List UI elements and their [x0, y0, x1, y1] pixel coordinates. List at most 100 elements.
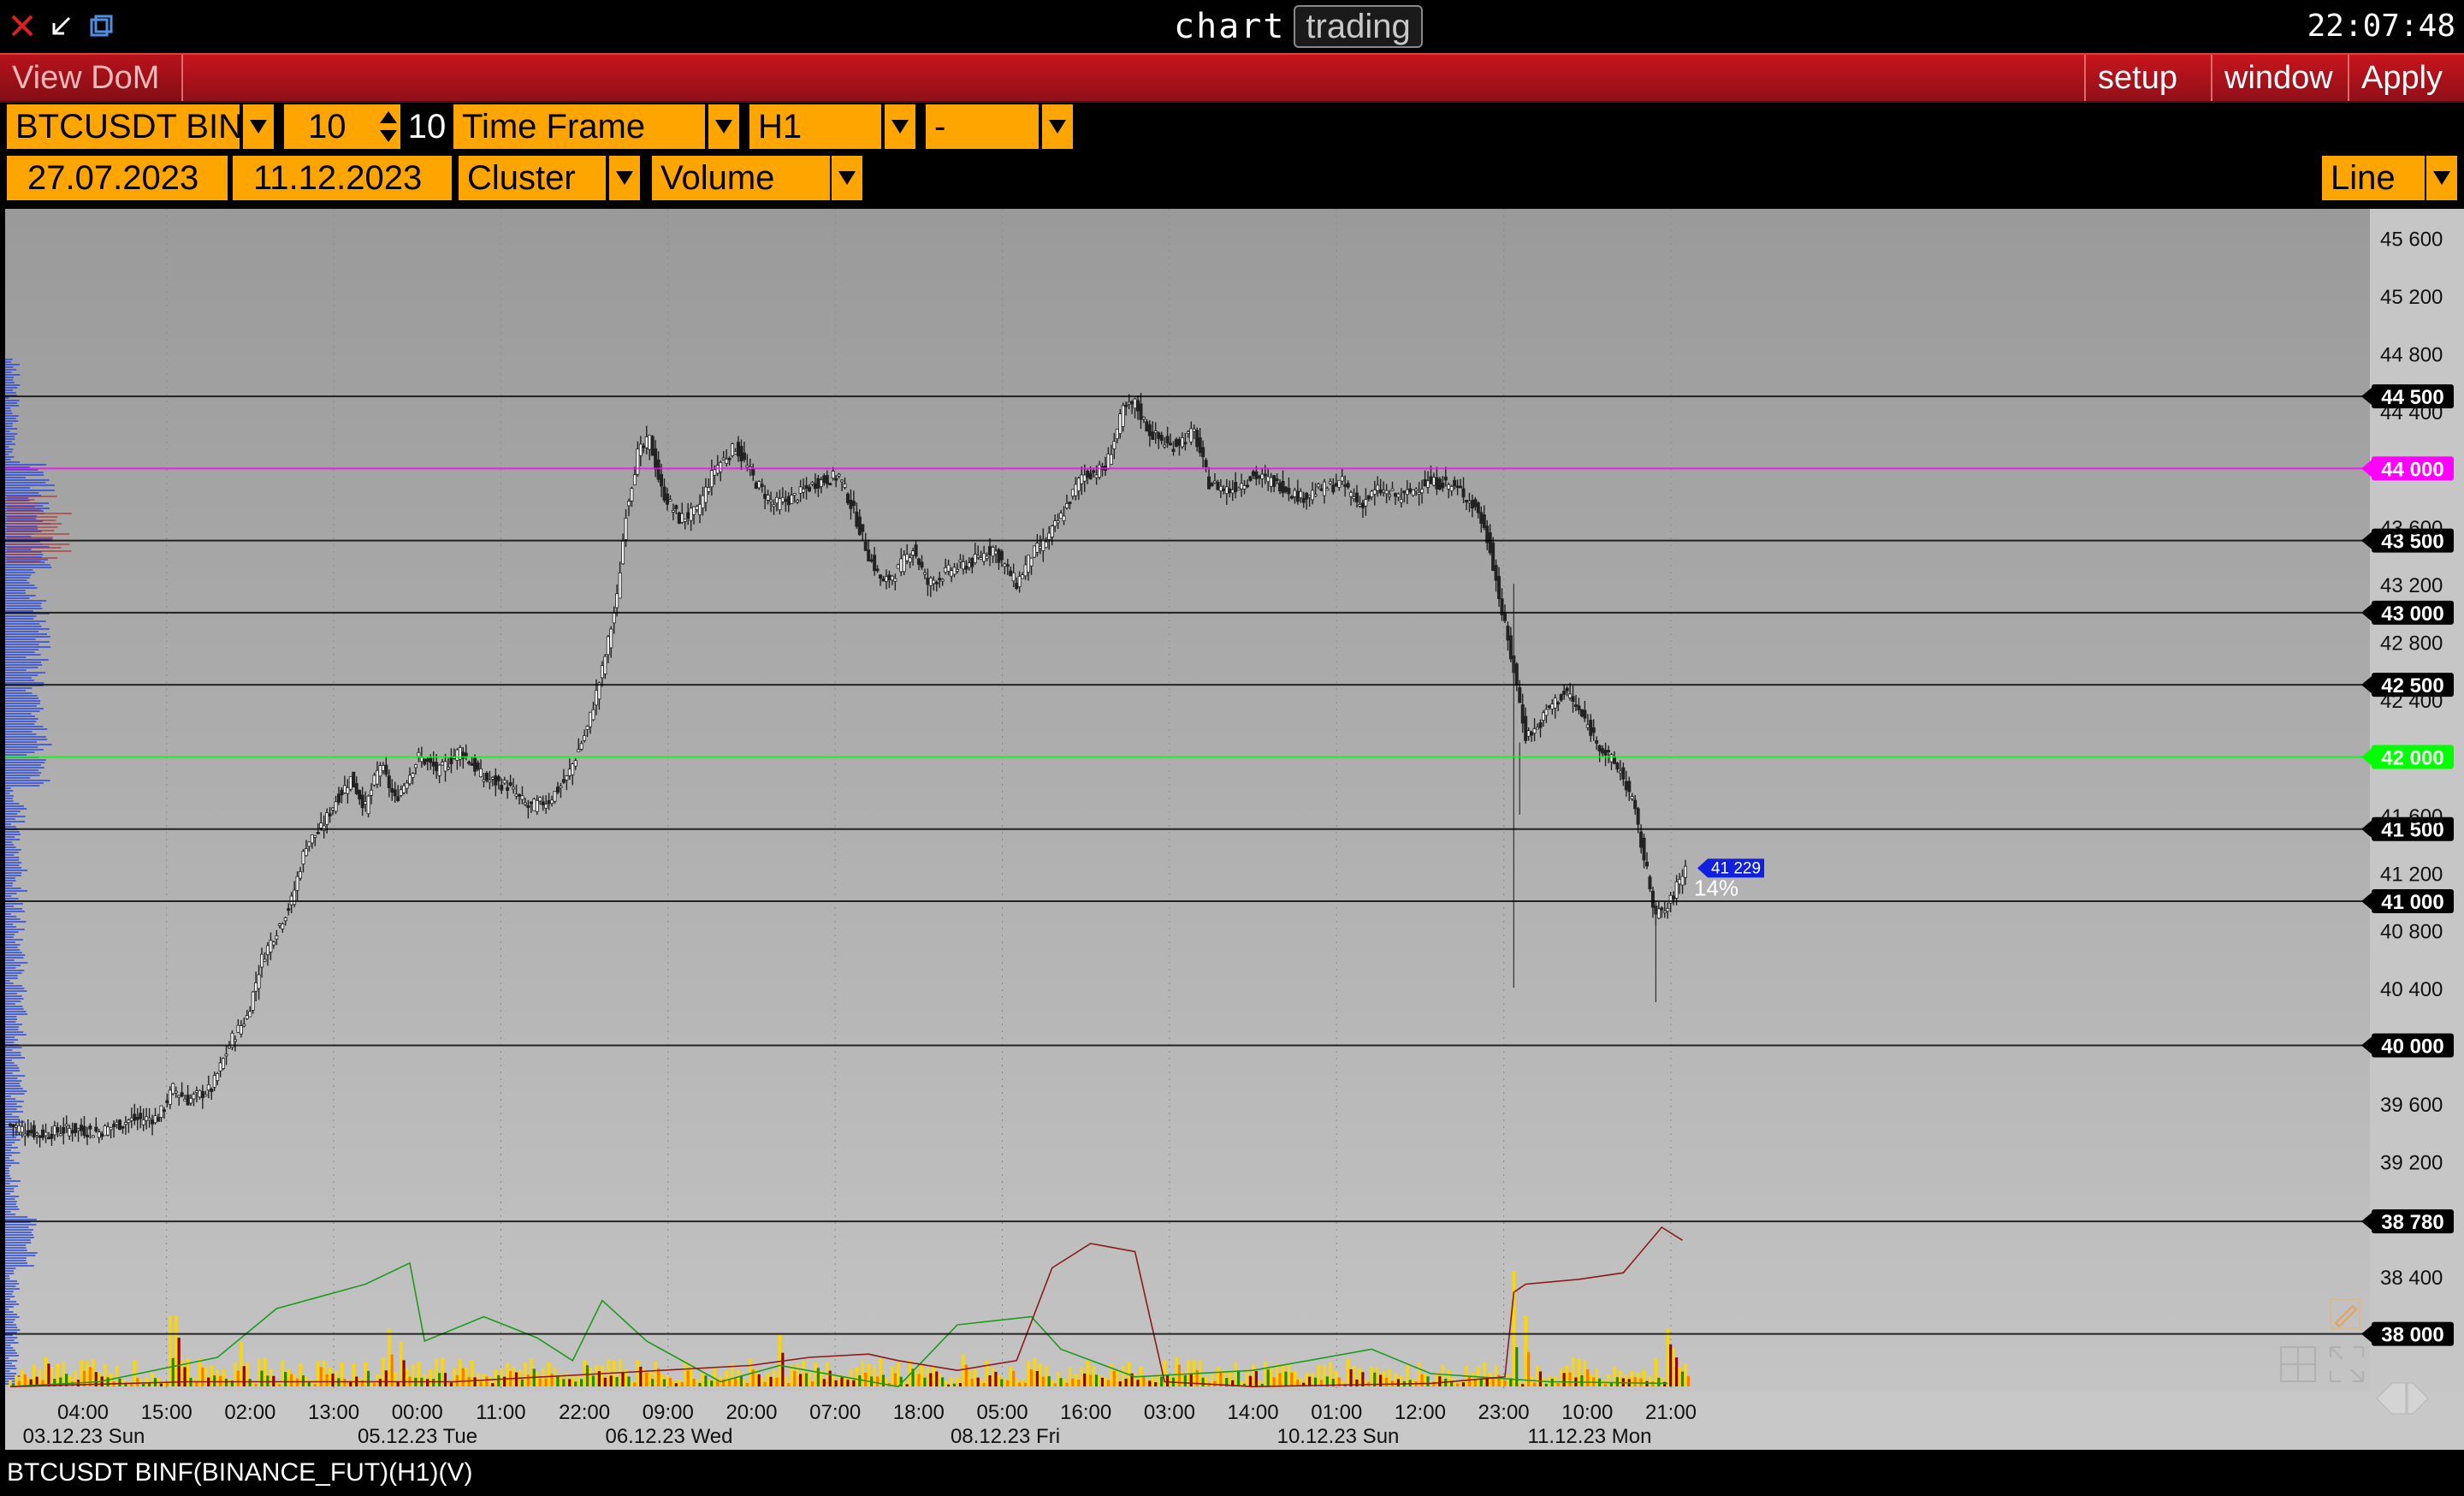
- candle-body: [1112, 441, 1116, 449]
- symbol-dropdown-arrow-icon[interactable]: [241, 103, 275, 151]
- chart-type-dropdown-arrow-icon[interactable]: [607, 154, 642, 202]
- volume-bar: [1122, 1365, 1125, 1386]
- candle-body: [547, 800, 551, 804]
- candle-body: [1272, 475, 1276, 487]
- candle-body: [168, 1089, 172, 1105]
- delta-bar: [1645, 1380, 1649, 1386]
- close-icon[interactable]: [7, 10, 38, 41]
- date-to-field[interactable]: 11.12.2023: [231, 154, 453, 202]
- candle-body: [1218, 485, 1223, 491]
- mode-toggle-trading[interactable]: trading: [1294, 5, 1423, 48]
- draw-mode-select[interactable]: Line: [2320, 154, 2426, 202]
- candle-body: [293, 889, 297, 905]
- delta-bar: [958, 1383, 962, 1386]
- candle-body: [796, 500, 800, 502]
- candle-body: [766, 495, 770, 501]
- candle-body: [127, 1119, 131, 1124]
- draw-mode-dropdown-arrow-icon[interactable]: [2425, 154, 2459, 202]
- apply-button[interactable]: Apply: [2348, 55, 2464, 101]
- candle-body: [1678, 878, 1682, 885]
- price-chart[interactable]: 44 500 44 000 43 500 43 000 42 500 42 000 41 5…: [0, 205, 2464, 1450]
- volume-bar: [1495, 1365, 1498, 1386]
- extra-select[interactable]: -: [924, 103, 1040, 151]
- candle-body: [1372, 490, 1377, 495]
- timeframe-dropdown-arrow-icon[interactable]: [707, 103, 741, 151]
- time-tick-label: 11:00: [476, 1401, 525, 1424]
- candle-body: [1283, 486, 1288, 492]
- extra-dropdown-arrow-icon[interactable]: [1040, 103, 1075, 151]
- chart-type-select[interactable]: Cluster: [457, 154, 607, 202]
- candle-body: [757, 481, 761, 489]
- candle-body: [1518, 686, 1522, 703]
- volume-bar: [1352, 1365, 1356, 1386]
- candle-body: [1408, 488, 1413, 493]
- candle-body: [624, 518, 628, 540]
- candle-body: [177, 1095, 181, 1098]
- volume-bar: [1370, 1367, 1374, 1386]
- candle-body: [183, 1098, 187, 1101]
- candle-body: [1147, 424, 1152, 436]
- candle-body: [304, 848, 308, 857]
- candle-body: [1035, 543, 1040, 553]
- candle-body: [1198, 437, 1202, 454]
- candle-body: [283, 917, 287, 922]
- candle-body: [1278, 482, 1282, 492]
- volume-bar: [737, 1369, 740, 1386]
- candle-body: [884, 576, 888, 582]
- volume-bar: [997, 1374, 1001, 1386]
- date-label: 05.12.23 Tue: [358, 1425, 477, 1448]
- cluster-mode-select[interactable]: Volume: [650, 154, 832, 202]
- candle-body: [615, 593, 619, 608]
- volume-bar: [1086, 1360, 1090, 1386]
- minimize-icon[interactable]: [46, 10, 77, 41]
- candle-body: [26, 1130, 30, 1137]
- candle-body: [506, 787, 510, 792]
- date-label: 03.12.23 Sun: [23, 1425, 145, 1448]
- window-button[interactable]: window: [2211, 55, 2348, 101]
- candle-body: [1050, 525, 1054, 537]
- timeframe-value-select[interactable]: H1: [748, 103, 883, 151]
- candle-body: [893, 578, 897, 582]
- volume-bar: [784, 1375, 788, 1386]
- candle-body: [600, 665, 604, 679]
- volume-bar: [1216, 1367, 1220, 1386]
- volume-bar: [1003, 1378, 1007, 1386]
- candle-body: [745, 465, 749, 468]
- candle-body: [1650, 890, 1655, 908]
- status-bar: BTCUSDT BINF(BINANCE_FUT)(H1)(V): [0, 1450, 2464, 1496]
- candle-body: [1210, 483, 1214, 487]
- view-dom-button[interactable]: View DoM: [0, 55, 183, 101]
- volume-bar: [1293, 1370, 1297, 1386]
- cluster-mode-dropdown-arrow-icon[interactable]: [830, 154, 864, 202]
- timeframe-select[interactable]: Time Frame: [452, 103, 707, 151]
- candle-body: [544, 804, 548, 809]
- timeframe-value-dropdown-arrow-icon[interactable]: [883, 103, 917, 151]
- candle-body: [1382, 490, 1386, 493]
- candle-body: [1364, 499, 1368, 507]
- candle-body: [630, 488, 634, 502]
- delta-bar: [556, 1376, 560, 1386]
- volume-bar: [1133, 1373, 1137, 1386]
- time-tick-label: 23:00: [1478, 1401, 1530, 1424]
- candle-body: [662, 486, 666, 501]
- candle-body: [242, 1024, 246, 1027]
- candle-body: [1322, 481, 1326, 496]
- candle-body: [1254, 471, 1259, 479]
- stepper-arrows-icon[interactable]: [376, 106, 400, 147]
- restore-window-icon[interactable]: [86, 10, 116, 41]
- time-tick-label: 13:00: [308, 1401, 359, 1424]
- candle-body: [417, 751, 421, 757]
- symbol-select[interactable]: BTCUSDT BIN: [5, 103, 241, 151]
- candle-body: [1579, 709, 1584, 717]
- candle-body: [1547, 705, 1551, 708]
- delta-bar: [1189, 1373, 1193, 1386]
- setup-button[interactable]: setup: [2084, 55, 2211, 101]
- volume-bar: [666, 1374, 669, 1386]
- candle-body: [751, 468, 755, 476]
- delta-bar: [384, 1370, 388, 1386]
- delta-bar: [1532, 1382, 1537, 1386]
- candle-body: [589, 711, 593, 727]
- candle-body: [1591, 727, 1596, 733]
- time-tick-label: 16:00: [1060, 1401, 1111, 1424]
- date-from-field[interactable]: 27.07.2023: [5, 154, 229, 202]
